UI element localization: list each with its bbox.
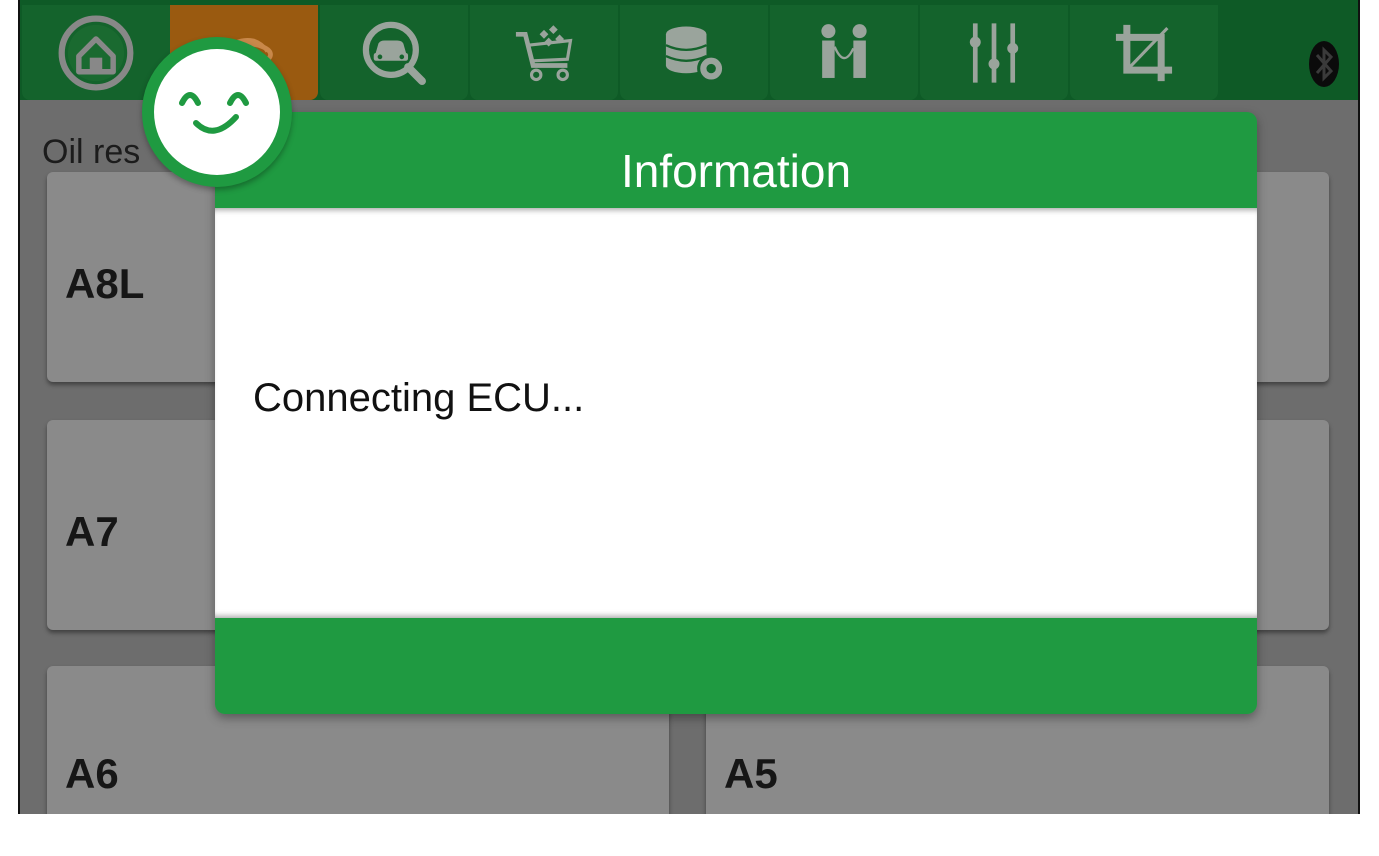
app-window: Oil res A8L A7 A6 A5 Information Connect… <box>18 0 1360 814</box>
shopping-cart-icon <box>515 24 573 81</box>
dialog-title: Information <box>620 145 852 197</box>
dialog-body: Connecting ECU... <box>215 208 1257 618</box>
shopping-cart-tab[interactable] <box>470 5 618 100</box>
crop-icon <box>1115 24 1173 81</box>
dialog-message: Connecting ECU... <box>253 376 585 420</box>
dialog-header: Information <box>215 112 1257 208</box>
vehicle-search-tab[interactable] <box>320 5 468 100</box>
information-dialog: Information Connecting ECU... <box>215 112 1257 714</box>
people-connect-icon <box>821 23 867 78</box>
bluetooth-icon[interactable] <box>1308 40 1340 88</box>
crop-tab[interactable] <box>1070 5 1218 100</box>
database-settings-tab[interactable] <box>620 5 768 100</box>
status-smiley <box>142 37 292 187</box>
sliders-tab[interactable] <box>920 5 1068 100</box>
dialog-footer <box>215 618 1257 714</box>
database-settings-icon <box>665 25 726 83</box>
people-connect-tab[interactable] <box>770 5 918 100</box>
home-icon <box>58 15 134 90</box>
sliders-icon <box>969 22 1019 83</box>
smiley-icon <box>179 92 249 134</box>
vehicle-search-icon <box>362 21 426 85</box>
